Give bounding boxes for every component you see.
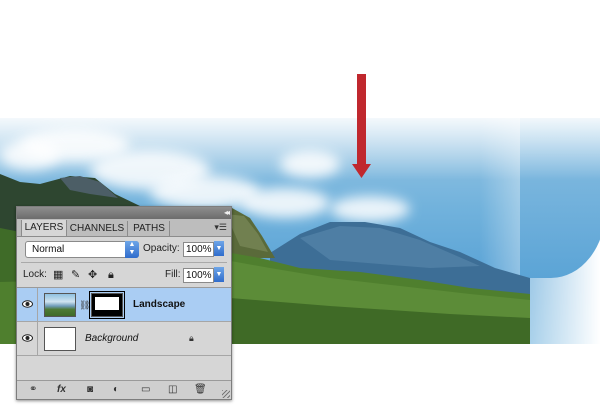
panel-footer: ⚭ fx ◙ ◐ ▭ ◫ 🗑 [17,380,231,399]
adjustment-layer-icon[interactable]: ◐ [113,384,119,396]
panel-menu-icon[interactable]: ▾☰ [214,222,227,232]
add-mask-icon[interactable]: ◙ [87,384,93,396]
tab-channels[interactable]: CHANNELS [67,221,128,236]
panel-tabs: LAYERS CHANNELS PATHS ▾☰ [17,219,231,237]
mask-white-area [95,297,119,310]
lock-position-icon[interactable]: ✥ [88,269,97,281]
panel-titlebar[interactable]: ◂◂ [17,207,231,219]
lock-image-pixels-icon[interactable]: ✎ [71,269,80,281]
layer-row-landscape[interactable]: ⛓︎ Landscape [17,288,231,322]
mask-link-icon[interactable]: ⛓︎ [79,300,90,311]
tab-layers[interactable]: LAYERS [21,220,67,236]
layer-mask-thumbnail[interactable] [89,291,125,319]
link-layers-icon[interactable]: ⚭ [29,384,37,396]
opacity-label: Opacity: [143,243,180,254]
blend-mode-select[interactable]: Normal ▲ ▼ [25,241,139,258]
layer-name[interactable]: Background [85,333,138,345]
new-layer-icon[interactable]: ◫ [168,384,177,396]
eye-icon [22,300,33,308]
lock-label: Lock: [23,269,47,280]
layer-row-background[interactable]: Background 🔒︎ [17,322,231,356]
lock-all-icon[interactable]: 🔒︎ [108,269,114,281]
new-group-icon[interactable]: ▭ [141,384,150,396]
blend-mode-value: Normal [32,244,65,255]
divider [21,262,227,263]
fill-label: Fill: [165,269,181,280]
trash-icon[interactable]: 🗑 [194,384,207,396]
layers-panel: ◂◂ LAYERS CHANNELS PATHS ▾☰ Normal ▲ ▼ Op… [16,206,232,400]
fx-icon[interactable]: fx [57,384,66,396]
tab-paths[interactable]: PATHS [129,221,170,236]
layer-name[interactable]: Landscape [133,299,185,311]
select-arrows-icon: ▲ ▼ [125,241,139,258]
fill-field[interactable]: 100% [183,268,214,283]
lock-transparent-pixels-icon[interactable]: ▦ [53,269,63,281]
lock-icon: 🔒︎ [189,333,194,343]
visibility-toggle[interactable] [17,288,38,321]
collapse-icon[interactable]: ◂◂ [224,208,230,218]
layer-thumbnail[interactable] [44,293,76,317]
resize-grip-icon[interactable] [222,390,230,398]
eye-icon [22,334,33,342]
layer-thumbnail[interactable] [44,327,76,351]
visibility-toggle[interactable] [17,322,38,355]
opacity-field[interactable]: 100% [183,242,214,257]
opacity-dropdown-icon[interactable]: ▼ [214,241,224,256]
fill-dropdown-icon[interactable]: ▼ [214,267,224,282]
